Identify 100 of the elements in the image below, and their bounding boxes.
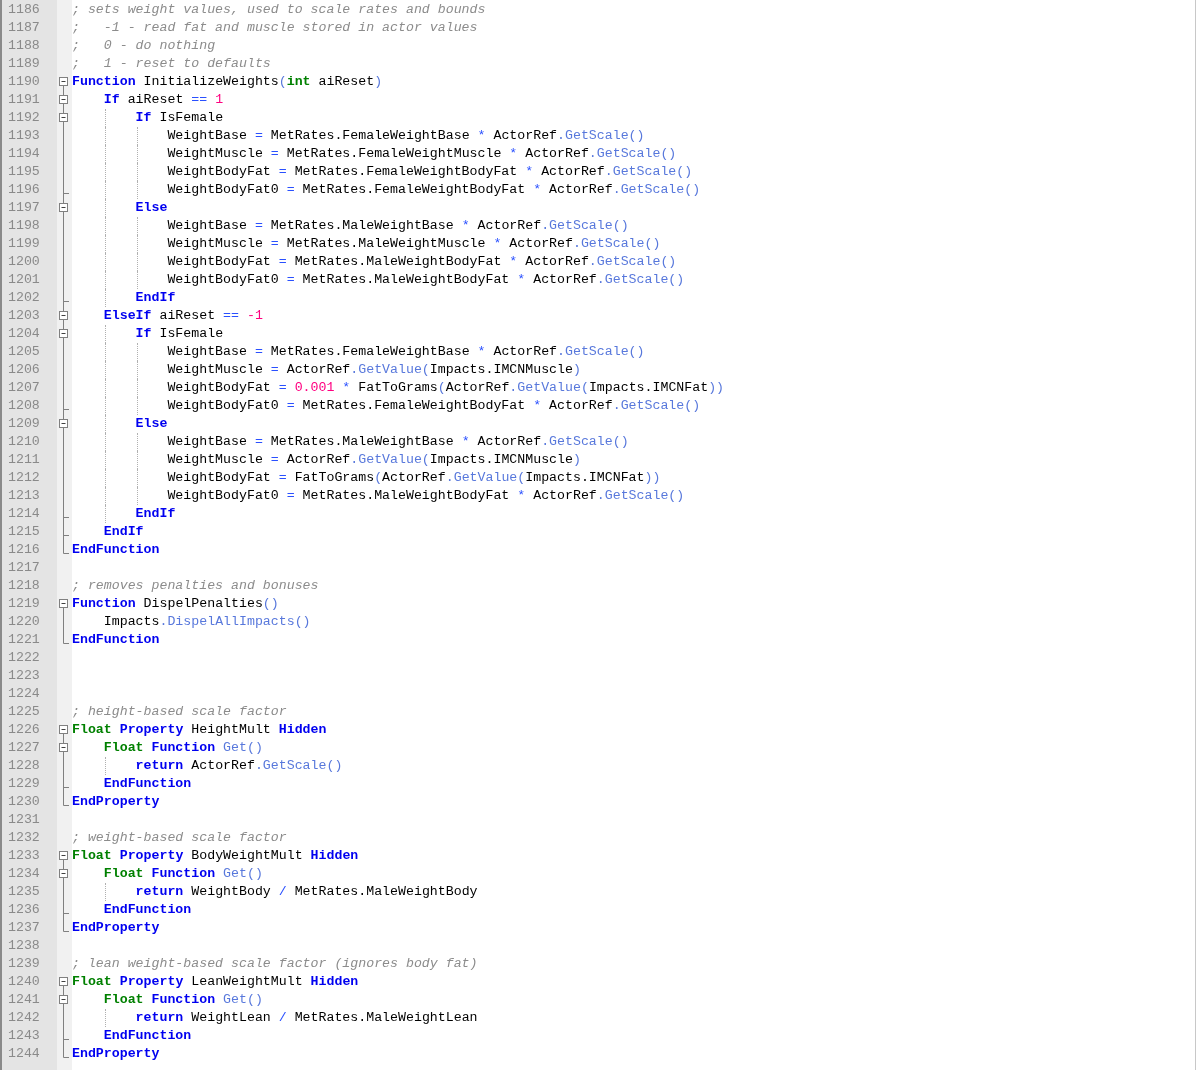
fold-box-icon[interactable] [59,325,68,343]
line-number: 1196 [8,181,40,199]
line-number: 1240 [8,973,40,991]
code-line: WeightMuscle = MetRates.MaleWeightMuscle * ActorRef.GetScale() [166,235,661,253]
code-line: EndFunction [72,631,160,649]
code-line: EndIf [134,289,176,307]
code-line: If aiReset == 1 [102,91,224,109]
fold-box-icon[interactable] [59,415,68,433]
code-line: WeightBodyFat = 0.001 * FatToGrams(ActorRef.GetValue(Impacts.IMCNFat)) [166,379,725,397]
code-line: EndIf [134,505,176,523]
code-comment: ; lean weight-based scale factor (ignores body fat) [72,955,478,973]
code-line: Function DispelPenalties() [72,595,279,613]
code-line: If IsFemale [134,109,224,127]
line-number: 1194 [8,145,40,163]
code-line: Float Function Get() [102,991,263,1009]
line-number: 1224 [8,685,40,703]
fold-box-icon[interactable] [59,91,68,109]
line-number: 1235 [8,883,40,901]
code-line: Float Property LeanWeightMult Hidden [72,973,359,991]
code-line: WeightBodyFat = MetRates.MaleWeightBodyFat * ActorRef.GetScale() [166,253,677,271]
line-number: 1219 [8,595,40,613]
line-number: 1223 [8,667,40,685]
code-line: WeightBase = MetRates.FemaleWeightBase * ActorRef.GetScale() [166,127,645,145]
code-line: Else [134,415,168,433]
line-number: 1212 [8,469,40,487]
line-number: 1206 [8,361,40,379]
code-line: Float Function Get() [102,865,263,883]
code-comment: ; 1 - reset to defaults [72,55,271,73]
line-number: 1189 [8,55,40,73]
code-line: Float Function Get() [102,739,263,757]
fold-box-icon[interactable] [59,851,68,865]
line-number: 1202 [8,289,40,307]
line-number: 1204 [8,325,40,343]
line-number: 1220 [8,613,40,631]
code-comment: ; sets weight values, used to scale rates and bounds [72,1,486,19]
fold-box-icon[interactable] [59,199,68,217]
code-line: EndProperty [72,793,160,811]
code-line: return ActorRef.GetScale() [134,757,343,775]
line-number: 1208 [8,397,40,415]
code-line: WeightBase = MetRates.MaleWeightBase * ActorRef.GetScale() [166,433,629,451]
code-line: EndFunction [102,775,192,793]
fold-box-icon[interactable] [59,725,68,739]
line-number: 1236 [8,901,40,919]
code-line: WeightBodyFat = FatToGrams(ActorRef.GetValue(Impacts.IMCNFat)) [166,469,661,487]
line-number: 1191 [8,91,40,109]
line-number: 1226 [8,721,40,739]
code-line: EndFunction [102,901,192,919]
code-line: Float Property BodyWeightMult Hidden [72,847,359,865]
line-number: 1237 [8,919,40,937]
line-number: 1187 [8,19,40,37]
code-line: EndProperty [72,919,160,937]
line-number: 1227 [8,739,40,757]
fold-box-icon[interactable] [59,77,68,91]
line-number: 1199 [8,235,40,253]
code-line: WeightBodyFat0 = MetRates.MaleWeightBodyFat * ActorRef.GetScale() [166,271,685,289]
fold-box-icon[interactable] [59,991,68,1009]
line-number: 1242 [8,1009,40,1027]
line-number: 1238 [8,937,40,955]
code-line: WeightMuscle = MetRates.FemaleWeightMuscle * ActorRef.GetScale() [166,145,677,163]
line-number: 1218 [8,577,40,595]
code-comment: ; -1 - read fat and muscle stored in actor values [72,19,478,37]
line-number: 1193 [8,127,40,145]
fold-box-icon[interactable] [59,307,68,325]
code-line: return WeightBody / MetRates.MaleWeightBody [134,883,478,901]
code-line: Float Property HeightMult Hidden [72,721,327,739]
line-number: 1215 [8,523,40,541]
code-line: ElseIf aiReset == -1 [102,307,263,325]
line-number: 1197 [8,199,40,217]
line-number: 1213 [8,487,40,505]
line-number: 1214 [8,505,40,523]
line-number: 1228 [8,757,40,775]
line-number: 1201 [8,271,40,289]
line-number: 1239 [8,955,40,973]
code-comment: ; 0 - do nothing [72,37,216,55]
code-comment: ; removes penalties and bonuses [72,577,319,595]
code-line: WeightBase = MetRates.MaleWeightBase * ActorRef.GetScale() [166,217,629,235]
line-number: 1241 [8,991,40,1009]
fold-box-icon[interactable] [59,109,68,127]
code-line: WeightBodyFat0 = MetRates.FemaleWeightBodyFat * ActorRef.GetScale() [166,397,701,415]
code-line: return WeightLean / MetRates.MaleWeightLean [134,1009,478,1027]
code-line: Function InitializeWeights(int aiReset) [72,73,383,91]
line-number: 1225 [8,703,40,721]
code-line: WeightBase = MetRates.FemaleWeightBase * ActorRef.GetScale() [166,343,645,361]
code-line: If IsFemale [134,325,224,343]
line-number: 1209 [8,415,40,433]
line-number: 1233 [8,847,40,865]
code-line: EndFunction [102,1027,192,1045]
fold-box-icon[interactable] [59,739,68,757]
fold-box-icon[interactable] [59,865,68,883]
fold-box-icon[interactable] [59,599,68,613]
code-line: EndFunction [72,541,160,559]
code-comment: ; weight-based scale factor [72,829,287,847]
line-number: 1195 [8,163,40,181]
code-line: WeightBodyFat0 = MetRates.MaleWeightBodyFat * ActorRef.GetScale() [166,487,685,505]
line-number: 1200 [8,253,40,271]
line-number: 1230 [8,793,40,811]
line-number: 1244 [8,1045,40,1063]
line-number: 1186 [8,1,40,19]
line-number: 1188 [8,37,40,55]
fold-box-icon[interactable] [59,977,68,991]
